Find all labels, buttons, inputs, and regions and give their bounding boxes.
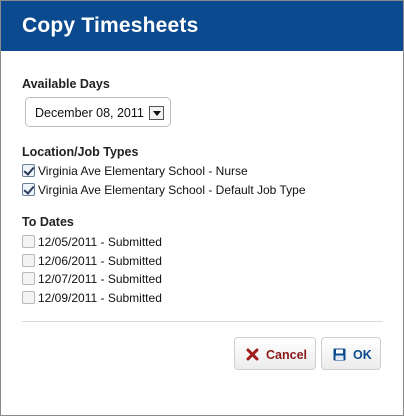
dialog-title: Copy Timesheets	[22, 14, 199, 37]
available-days-select[interactable]: December 08, 2011	[25, 97, 171, 127]
location-job-type-label: Virginia Ave Elementary School - Nurse	[38, 164, 248, 178]
location-job-types-label: Location/Job Types	[22, 145, 139, 159]
available-days-selected-value: December 08, 2011	[35, 106, 144, 120]
to-date-checkbox[interactable]	[22, 272, 35, 285]
to-date-checkbox[interactable]	[22, 291, 35, 304]
ok-button[interactable]: OK	[321, 337, 381, 370]
location-job-type-label: Virginia Ave Elementary School - Default…	[38, 183, 306, 197]
to-date-checkbox[interactable]	[22, 254, 35, 267]
to-date-label: 12/05/2011 - Submitted	[38, 235, 162, 249]
dropdown-arrow-icon[interactable]	[149, 106, 164, 120]
available-days-label: Available Days	[22, 77, 110, 91]
dialog-title-bar: Copy Timesheets	[1, 1, 403, 51]
location-job-type-checkbox[interactable]	[22, 164, 35, 177]
floppy-disk-save-icon	[333, 348, 346, 361]
cancel-button-label: Cancel	[266, 348, 307, 362]
footer-divider	[22, 321, 383, 322]
to-dates-label: To Dates	[22, 215, 74, 229]
to-date-checkbox[interactable]	[22, 235, 35, 248]
to-date-label: 12/09/2011 - Submitted	[38, 291, 162, 305]
cancel-button[interactable]: Cancel	[234, 337, 316, 370]
to-date-label: 12/06/2011 - Submitted	[38, 254, 162, 268]
copy-timesheets-dialog: Copy Timesheets Available Days December …	[0, 0, 404, 416]
location-job-type-checkbox[interactable]	[22, 183, 35, 196]
close-x-icon	[246, 348, 259, 361]
to-date-label: 12/07/2011 - Submitted	[38, 272, 162, 286]
ok-button-label: OK	[353, 348, 372, 362]
